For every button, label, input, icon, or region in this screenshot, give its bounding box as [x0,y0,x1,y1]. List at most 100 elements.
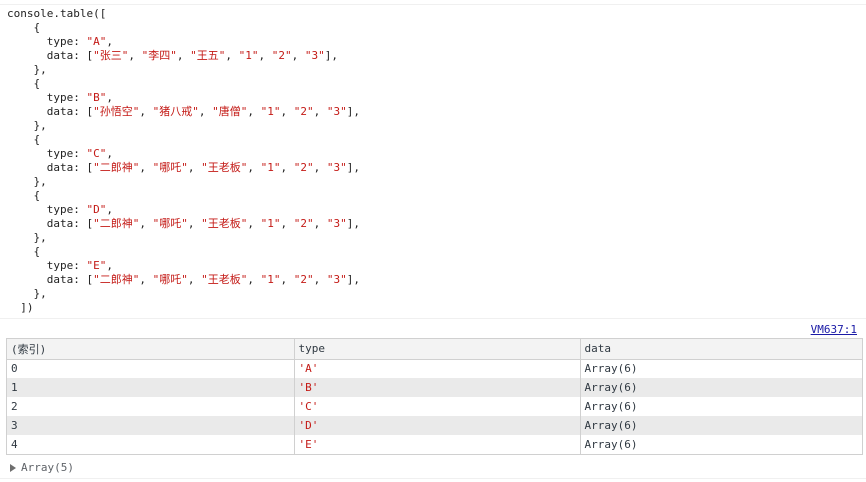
code-token: , [198,105,213,118]
string-literal: "2" [271,49,292,62]
code-line: data: ["二郎神", "哪吒", "王老板", "1", "2", "3"… [7,161,360,175]
code-token: , [106,147,113,160]
code-line: { [7,21,360,35]
code-token: , [176,49,191,62]
string-literal: "李四" [141,49,177,62]
column-header-index[interactable]: (索引) [7,339,295,360]
code-line: data: ["张三", "李四", "王五", "1", "2", "3"], [7,49,360,63]
string-literal: "2" [293,161,314,174]
string-literal: "唐僧" [212,105,248,118]
string-literal: "二郎神" [93,273,140,286]
expand-triangle-icon[interactable] [10,463,16,472]
array-summary-label: Array(5) [21,461,74,474]
string-literal: "1" [260,217,281,230]
string-literal: "王五" [190,49,226,62]
code-line: { [7,189,360,203]
code-token: type: [7,147,87,160]
code-token: , [106,259,113,272]
column-header-type[interactable]: type [294,339,581,360]
code-line: { [7,77,360,91]
code-line: data: ["二郎神", "哪吒", "王老板", "1", "2", "3"… [7,273,360,287]
code-line: type: "E", [7,259,360,273]
cell-type: 'A' [294,359,581,378]
code-token: data: [ [7,217,94,230]
cell-data: Array(6) [580,435,862,454]
cell-index: 3 [7,416,295,435]
code-line: }, [7,231,360,245]
code-line: }, [7,175,360,189]
string-literal: "王老板" [201,161,248,174]
console-input-code: console.table([ { type: "A", data: ["张三"… [7,7,360,315]
cell-data: Array(6) [580,416,862,435]
string-literal: "王老板" [201,273,248,286]
cell-index: 0 [7,359,295,378]
string-literal: "A" [86,35,107,48]
code-line: }, [7,287,360,301]
column-header-data[interactable]: data [580,339,862,360]
string-literal: "张三" [93,49,129,62]
table-row: 1 'B' Array(6) [7,378,862,397]
code-token: , [280,105,294,118]
code-token: data: [ [7,161,94,174]
string-literal: "3" [326,217,347,230]
table-row: 4 'E' Array(6) [7,435,862,454]
string-literal: "哪吒" [152,161,188,174]
code-token: , [313,217,327,230]
cell-type: 'D' [294,416,581,435]
cell-data: Array(6) [580,397,862,416]
code-token: , [106,35,113,48]
code-token: data: [ [7,105,94,118]
code-token: type: [7,91,87,104]
code-token: }, [7,231,47,244]
code-token: , [139,105,153,118]
source-location-link[interactable]: VM637:1 [811,323,857,336]
console-table: (索引) type data 0 'A' Array(6) 1 'B' Arra… [6,338,863,455]
code-token: , [313,273,327,286]
code-token: , [291,49,305,62]
string-literal: "哪吒" [152,273,188,286]
code-token: , [139,161,153,174]
code-token: data: [ [7,273,94,286]
code-token: { [7,77,41,90]
code-token: data: [ [7,49,94,62]
string-literal: "3" [326,161,347,174]
code-token: , [106,91,113,104]
code-token: , [280,161,294,174]
table-row: 0 'A' Array(6) [7,359,862,378]
table-row: 2 'C' Array(6) [7,397,862,416]
code-token: , [313,105,327,118]
code-token: ], [346,217,360,230]
cell-data: Array(6) [580,359,862,378]
code-line: ]) [7,301,360,315]
string-literal: "1" [260,273,281,286]
string-literal: "1" [260,105,281,118]
code-token: , [247,217,261,230]
string-literal: "C" [86,147,107,160]
code-token: ], [324,49,338,62]
code-line: type: "C", [7,147,360,161]
code-token: , [313,161,327,174]
string-literal: "3" [304,49,325,62]
string-literal: "孙悟空" [93,105,140,118]
code-token: }, [7,119,47,132]
cell-index: 2 [7,397,295,416]
top-divider [0,4,866,5]
string-literal: "猪八戒" [152,105,199,118]
section-divider [0,318,866,319]
string-literal: "2" [293,105,314,118]
code-token: ], [346,161,360,174]
code-token: , [247,273,261,286]
array-summary-toggle[interactable]: Array(5) [10,461,74,474]
code-token: , [187,217,202,230]
string-literal: "哪吒" [152,217,188,230]
string-literal: "1" [238,49,259,62]
string-literal: "3" [326,105,347,118]
code-line: { [7,245,360,259]
cell-type: 'E' [294,435,581,454]
string-literal: "B" [86,91,107,104]
code-token: , [187,273,202,286]
code-token: , [139,217,153,230]
code-token: , [258,49,272,62]
code-token: ], [346,273,360,286]
string-literal: "二郎神" [93,217,140,230]
